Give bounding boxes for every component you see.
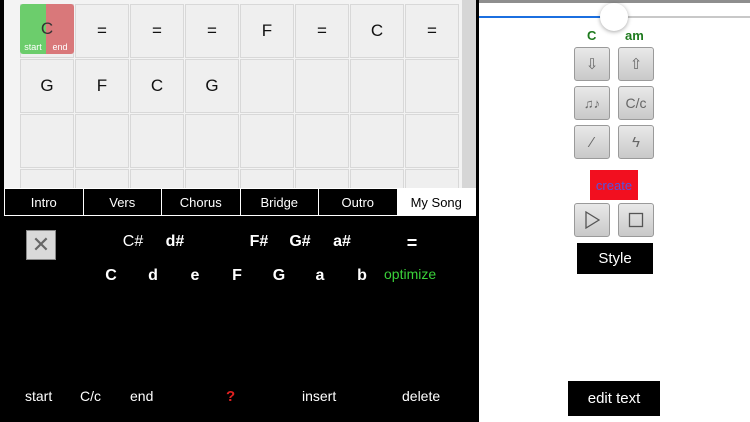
grid-cell[interactable] [405, 169, 459, 188]
section-tabs: Intro Vers Chorus Bridge Outro My Song [4, 188, 476, 216]
grid-cell[interactable]: C [130, 59, 184, 113]
magic-wand-icon: ⁄ [590, 133, 594, 151]
grid-cell[interactable] [130, 114, 184, 168]
tab-intro[interactable]: Intro [5, 189, 84, 215]
grid-cell[interactable] [295, 59, 349, 113]
play-button[interactable] [574, 203, 610, 237]
grid-cell[interactable] [20, 114, 74, 168]
key-minor-label: am [625, 28, 644, 43]
arrow-down-icon: ⇩ [585, 56, 599, 73]
delete-button[interactable]: delete [402, 388, 440, 404]
key-a-sharp[interactable]: a# [329, 233, 355, 251]
grid-cell[interactable] [185, 169, 239, 188]
music-notes-icon: ♫♪ [583, 95, 601, 111]
key-f[interactable]: F [224, 267, 250, 285]
start-button[interactable]: start [25, 388, 52, 404]
grid-cell[interactable]: = [405, 4, 459, 58]
grid-cell[interactable] [240, 59, 294, 113]
stop-button[interactable] [618, 203, 654, 237]
tab-outro[interactable]: Outro [319, 189, 398, 215]
key-b[interactable]: b [349, 267, 375, 285]
grid-cell[interactable]: G [20, 59, 74, 113]
style-button[interactable]: Style [577, 243, 653, 274]
play-icon [585, 211, 600, 229]
lightning-icon: ϟ [632, 133, 640, 151]
key-e[interactable]: e [182, 267, 208, 285]
key-c-sharp[interactable]: C# [120, 233, 146, 251]
end-button[interactable]: end [130, 388, 153, 404]
key-major-label: C [587, 28, 597, 43]
grid-cell[interactable]: = [130, 4, 184, 58]
grid-cell[interactable]: = [295, 4, 349, 58]
key-g[interactable]: G [266, 267, 292, 285]
grid-cell[interactable] [75, 169, 129, 188]
tab-bridge[interactable]: Bridge [241, 189, 319, 215]
key-c[interactable]: C [98, 267, 124, 285]
transpose-up-button[interactable]: ⇧ [618, 47, 654, 81]
create-button[interactable]: create [590, 170, 638, 200]
grid-scrollbar[interactable] [462, 0, 476, 188]
lightning-button[interactable]: ϟ [618, 125, 654, 159]
tab-chorus[interactable]: Chorus [162, 189, 241, 215]
tempo-slider-fill [479, 16, 613, 18]
grid-cell[interactable] [75, 114, 129, 168]
grid-cell[interactable] [185, 114, 239, 168]
grid-cell[interactable] [240, 169, 294, 188]
case-toggle-right-button[interactable]: C/c [618, 86, 654, 120]
tab-my-song[interactable]: My Song [397, 189, 475, 215]
grid-cell[interactable] [20, 169, 74, 188]
notes-button[interactable]: ♫♪ [574, 86, 610, 120]
grid-cell[interactable] [295, 169, 349, 188]
key-f-sharp[interactable]: F# [246, 233, 272, 251]
tempo-slider-thumb[interactable] [600, 3, 628, 31]
grid-cell[interactable]: F [75, 59, 129, 113]
grid-cell[interactable] [350, 114, 404, 168]
insert-button[interactable]: insert [302, 388, 336, 404]
key-d[interactable]: d [140, 267, 166, 285]
grid-cell-chord: C [40, 19, 54, 38]
grid-cell[interactable]: = [75, 4, 129, 58]
key-a[interactable]: a [307, 267, 333, 285]
stop-icon [628, 212, 644, 228]
grid-cell[interactable]: C [350, 4, 404, 58]
grid-cell[interactable]: F [240, 4, 294, 58]
chord-editor-panel: start end C = = = F = C = G F C G Intro … [0, 0, 479, 422]
chord-grid: start end C = = = F = C = G F C G [4, 0, 476, 188]
key-d-sharp[interactable]: d# [162, 233, 188, 251]
close-button[interactable]: ✕ [26, 230, 56, 260]
grid-cell[interactable] [405, 59, 459, 113]
grid-cell[interactable] [405, 114, 459, 168]
key-g-sharp[interactable]: G# [287, 233, 313, 251]
edit-text-button[interactable]: edit text [568, 381, 660, 416]
control-panel: C am ⇩ ⇧ ♫♪ C/c ⁄ ϟ create Style edit te… [479, 0, 750, 422]
grid-cell[interactable] [350, 59, 404, 113]
grid-cell[interactable] [130, 169, 184, 188]
grid-cell[interactable]: = [185, 4, 239, 58]
magic-wand-button[interactable]: ⁄ [574, 125, 610, 159]
case-toggle-button[interactable]: C/c [80, 388, 101, 404]
optimize-button[interactable]: optimize [384, 266, 436, 282]
grid-cell[interactable]: G [185, 59, 239, 113]
grid-cell[interactable] [295, 114, 349, 168]
grid-cell[interactable] [240, 114, 294, 168]
close-icon: ✕ [31, 232, 51, 257]
tab-vers[interactable]: Vers [84, 189, 162, 215]
transpose-down-button[interactable]: ⇩ [574, 47, 610, 81]
arrow-up-icon: ⇧ [629, 56, 643, 73]
help-button[interactable]: ? [226, 388, 235, 405]
grid-cell[interactable] [350, 169, 404, 188]
case-toggle-label: C/c [625, 95, 647, 111]
key-repeat[interactable]: = [399, 233, 425, 254]
